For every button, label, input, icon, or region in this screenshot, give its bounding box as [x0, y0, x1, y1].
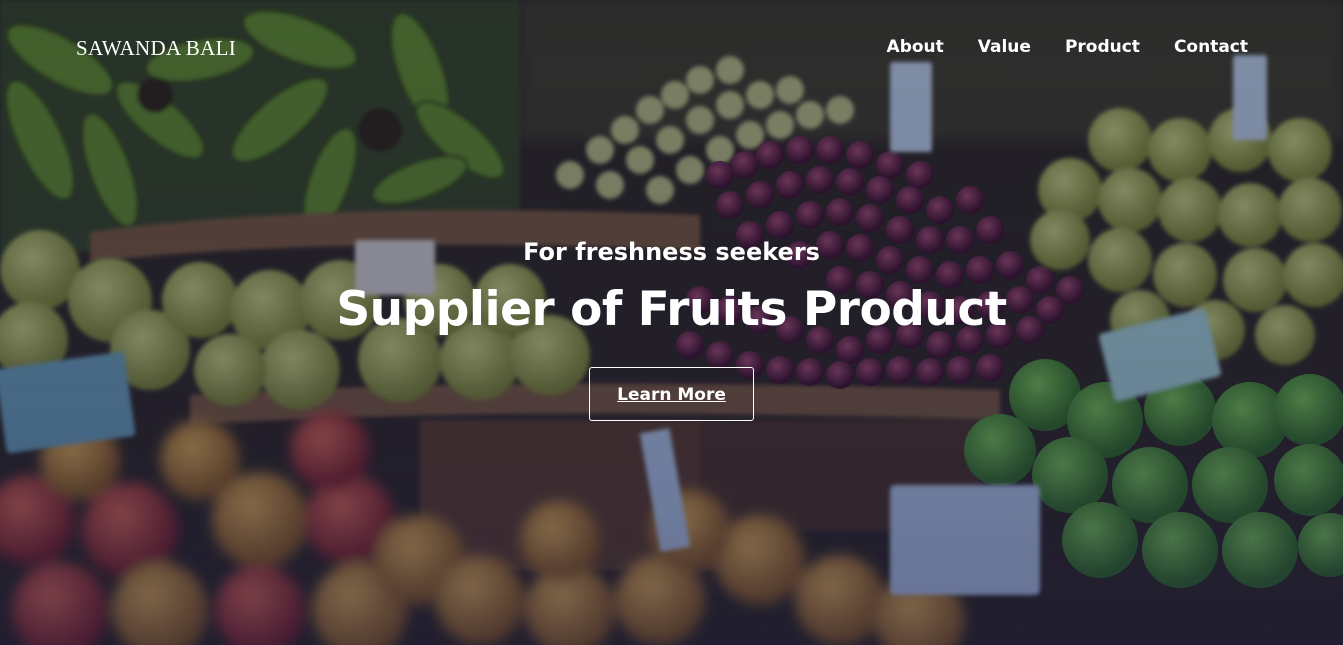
hero-tagline: For freshness seekers — [523, 238, 820, 266]
learn-more-button[interactable]: Learn More — [589, 367, 754, 421]
nav-menu: About Value Product Contact — [887, 37, 1248, 57]
nav-item-about: About — [887, 37, 944, 57]
brand-logo[interactable]: SAWANDA BALI — [76, 36, 236, 61]
hero-headline: Supplier of Fruits Product — [336, 282, 1007, 337]
nav-link-product[interactable]: Product — [1065, 37, 1140, 57]
top-navbar: SAWANDA BALI About Value Product Contact — [0, 0, 1343, 96]
hero-section: SAWANDA BALI About Value Product Contact… — [0, 0, 1343, 645]
hero-cta-wrapper: Learn More — [0, 367, 1343, 421]
nav-item-value: Value — [978, 37, 1031, 57]
nav-item-product: Product — [1065, 37, 1140, 57]
nav-link-contact[interactable]: Contact — [1174, 37, 1248, 57]
nav-link-about[interactable]: About — [887, 37, 944, 57]
nav-link-value[interactable]: Value — [978, 37, 1031, 57]
nav-item-contact: Contact — [1174, 37, 1248, 57]
